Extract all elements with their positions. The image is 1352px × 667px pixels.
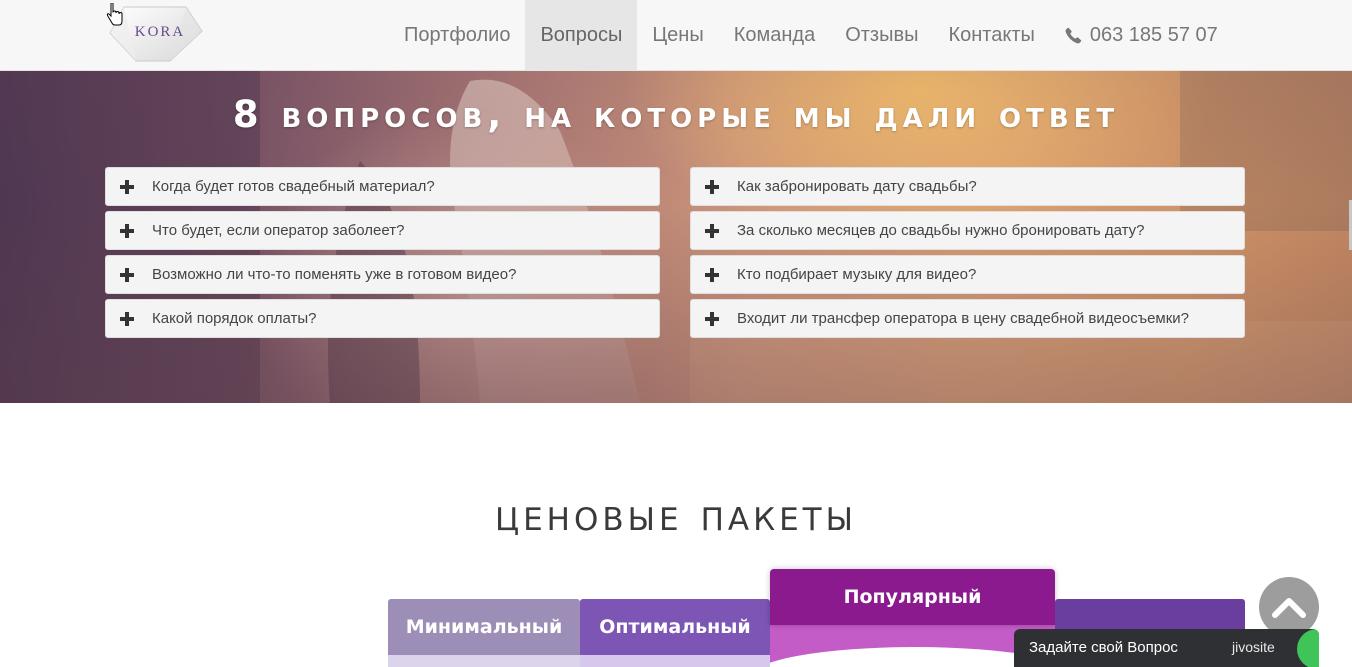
faq-question: Входит ли трансфер оператора в цену свад… bbox=[737, 310, 1190, 327]
logo[interactable]: KORA bbox=[106, 3, 204, 65]
nav-item-team[interactable]: Команда bbox=[719, 0, 830, 71]
plus-icon bbox=[705, 267, 719, 282]
faq-section: 8 вопросов, на которые мы дали ответ Ког… bbox=[0, 71, 1352, 403]
faq-question: Как забронировать дату свадьбы? bbox=[737, 178, 977, 195]
faq-question: Кто подбирает музыку для видео? bbox=[737, 266, 977, 283]
chat-brand: jivosite bbox=[1232, 639, 1275, 655]
scroll-top-button[interactable] bbox=[1259, 577, 1319, 637]
plus-icon bbox=[705, 179, 719, 194]
faq-item[interactable]: За сколько месяцев до свадьбы нужно брон… bbox=[690, 211, 1245, 250]
chat-label: Задайте свой Вопрос bbox=[1029, 639, 1178, 656]
faq-item[interactable]: Что будет, если оператор заболеет? bbox=[105, 211, 660, 250]
chat-widget[interactable]: Задайте свой Вопрос jivosite bbox=[1014, 629, 1319, 667]
faq-item[interactable]: Возможно ли что-то поменять уже в готово… bbox=[105, 255, 660, 294]
faq-column-right: Как забронировать дату свадьбы? За сколь… bbox=[690, 167, 1245, 343]
nav-item-contacts[interactable]: Контакты bbox=[933, 0, 1049, 71]
plan-optimal-header: Оптимальный bbox=[580, 599, 770, 655]
faq-question: За сколько месяцев до свадьбы нужно брон… bbox=[737, 222, 1145, 239]
faq-item[interactable]: Какой порядок оплаты? bbox=[105, 299, 660, 338]
faq-item[interactable]: Входит ли трансфер оператора в цену свад… bbox=[690, 299, 1245, 338]
chat-status-icon bbox=[1297, 629, 1319, 667]
nav-item-portfolio[interactable]: Портфолио bbox=[389, 0, 525, 71]
plus-icon bbox=[120, 223, 134, 238]
plus-icon bbox=[120, 267, 134, 282]
nav-menu: Портфолио Вопросы Цены Команда Отзывы Ко… bbox=[389, 0, 1233, 71]
plus-icon bbox=[705, 223, 719, 238]
faq-item[interactable]: Кто подбирает музыку для видео? bbox=[690, 255, 1245, 294]
plan-popular-body bbox=[770, 625, 1055, 667]
phone-icon bbox=[1065, 27, 1082, 44]
faq-column-left: Когда будет готов свадебный материал? Чт… bbox=[105, 167, 660, 343]
hand-cursor-icon bbox=[106, 3, 123, 26]
faq-question: Когда будет готов свадебный материал? bbox=[152, 178, 435, 195]
plan-optimal-body bbox=[580, 655, 770, 667]
faq-question: Что будет, если оператор заболеет? bbox=[152, 222, 405, 239]
plan-minimal-body bbox=[388, 655, 580, 667]
nav-item-phone[interactable]: 063 185 57 07 bbox=[1050, 0, 1233, 71]
pricing-title: Ценовые пакеты bbox=[495, 490, 857, 541]
faq-item[interactable]: Когда будет готов свадебный материал? bbox=[105, 167, 660, 206]
plan-popular-header: Популярный bbox=[770, 569, 1055, 625]
navbar: KORA Портфолио Вопросы Цены Команда Отзы… bbox=[0, 0, 1352, 71]
plan-minimal-header: Минимальный bbox=[388, 599, 580, 655]
faq-question: Какой порядок оплаты? bbox=[152, 310, 317, 327]
nav-item-questions[interactable]: Вопросы bbox=[525, 0, 638, 71]
nav-item-prices[interactable]: Цены bbox=[637, 0, 718, 71]
phone-number: 063 185 57 07 bbox=[1089, 24, 1218, 46]
nav-item-reviews[interactable]: Отзывы bbox=[830, 0, 933, 71]
chevron-up-icon bbox=[1272, 598, 1306, 618]
faq-question: Возможно ли что-то поменять уже в готово… bbox=[152, 266, 517, 283]
logo-text: KORA bbox=[134, 24, 186, 40]
faq-title: 8 вопросов, на которые мы дали ответ bbox=[232, 93, 1120, 136]
plus-icon bbox=[120, 179, 134, 194]
faq-item[interactable]: Как забронировать дату свадьбы? bbox=[690, 167, 1245, 206]
plus-icon bbox=[705, 311, 719, 326]
plus-icon bbox=[120, 311, 134, 326]
